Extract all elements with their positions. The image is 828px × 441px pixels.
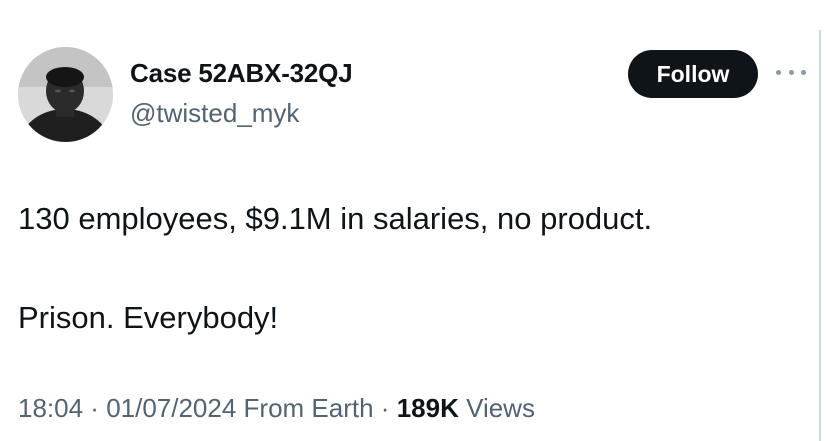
tweet-location: From Earth (236, 393, 374, 423)
separator: · (373, 393, 397, 423)
dot (776, 69, 781, 75)
avatar[interactable] (18, 47, 113, 142)
dot (801, 69, 806, 75)
user-handle[interactable]: @twisted_myk (130, 98, 299, 129)
tweet-text-line: 130 employees, $9.1M in salaries, no pro… (18, 201, 653, 236)
dot (788, 69, 794, 75)
tweet-date[interactable]: 01/07/2024 (106, 393, 236, 423)
more-horizontal-icon[interactable] (776, 62, 806, 82)
views-count[interactable]: 189K (397, 393, 459, 423)
tweet-time[interactable]: 18:04 (18, 393, 83, 423)
divider (819, 30, 821, 441)
follow-button[interactable]: Follow (628, 50, 758, 98)
avatar-image (18, 47, 113, 142)
views-label: Views (458, 393, 535, 423)
tweet-card: Case 52ABX-32QJ @twisted_myk Follow 130 … (0, 0, 828, 441)
separator: · (83, 393, 107, 423)
tweet-meta: 18:04 · 01/07/2024 From Earth · 189K Vie… (18, 393, 535, 424)
tweet-text-line: Prison. Everybody! (18, 300, 279, 335)
display-name[interactable]: Case 52ABX-32QJ (130, 58, 353, 89)
